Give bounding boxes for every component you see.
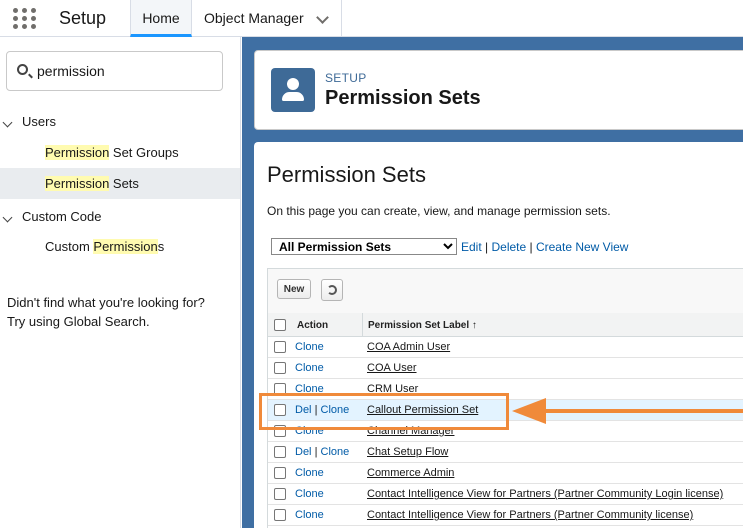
app-title: Setup [59, 8, 107, 28]
table-row: Clone Contact Intelligence View for Partn… [268, 484, 743, 505]
tab-object-manager[interactable]: Object Manager [192, 0, 342, 37]
content-panel: Permission Sets On this page you can cre… [254, 142, 743, 528]
sidebar-item-permission-sets[interactable]: Permission Sets [0, 168, 240, 199]
column-header-label[interactable]: Permission Set Label ↑ [368, 320, 477, 331]
help-text: Didn't find what you're looking for? Try… [7, 293, 237, 331]
search-match-highlight: Permission [45, 176, 110, 191]
clone-link[interactable]: Clone [295, 362, 324, 374]
permission-set-link[interactable]: Contact Intelligence View for Partners (… [367, 488, 723, 500]
app-launcher-icon[interactable] [13, 8, 37, 30]
user-icon [271, 68, 315, 112]
table-row: Clone Contact Intelligence View for Partn… [268, 505, 743, 526]
row-actions: Clone [295, 467, 324, 479]
row-checkbox[interactable] [274, 446, 286, 458]
permission-set-link[interactable]: Commerce Admin [367, 467, 454, 479]
tree-node-label: Users [22, 114, 56, 129]
item-text: Set Groups [109, 145, 179, 160]
list-toolbar: New [268, 269, 743, 313]
delete-view-link[interactable]: Delete [491, 240, 526, 254]
permission-set-link[interactable]: COA User [367, 362, 417, 374]
clone-link[interactable]: Clone [295, 509, 324, 521]
page-header: SETUP Permission Sets [254, 50, 743, 130]
refresh-button[interactable] [321, 279, 343, 301]
chevron-down-icon[interactable] [316, 11, 329, 24]
search-icon [17, 64, 28, 75]
chevron-down-icon[interactable] [2, 117, 13, 128]
row-actions: Clone [295, 362, 324, 374]
row-checkbox[interactable] [274, 362, 286, 374]
list-view-select[interactable]: All Permission Sets [271, 238, 457, 255]
page-title: Permission Sets [325, 87, 481, 109]
table-row: Clone COA User [268, 358, 743, 379]
clone-link[interactable]: Clone [321, 446, 350, 458]
row-actions: Del | Clone [295, 446, 349, 458]
search-match-highlight: Permission [45, 145, 110, 160]
chevron-down-icon[interactable] [2, 212, 13, 223]
row-actions: Clone [295, 509, 324, 521]
item-text: s [157, 239, 165, 254]
row-actions: Clone [295, 488, 324, 500]
permission-set-link[interactable]: Contact Intelligence View for Partners (… [367, 509, 693, 521]
clone-link[interactable]: Clone [295, 341, 324, 353]
content-title: Permission Sets [267, 162, 426, 187]
sidebar-item-custom-permissions[interactable]: Custom Permissions [0, 231, 240, 262]
del-link[interactable]: Del [295, 446, 312, 458]
sidebar-item-permission-set-groups[interactable]: Permission Set Groups [0, 137, 240, 168]
table-body: Clone COA Admin User Clone COA User Clone CRM… [268, 337, 743, 528]
table-row: Clone COA Admin User [268, 337, 743, 358]
row-checkbox[interactable] [274, 341, 286, 353]
highlight-box [259, 393, 509, 430]
tab-object-manager-label: Object Manager [204, 10, 304, 26]
clone-link[interactable]: Clone [295, 488, 324, 500]
permission-set-link[interactable]: COA Admin User [367, 341, 450, 353]
top-bar: Setup Home Object Manager [0, 0, 743, 37]
help-line: Didn't find what you're looking for? [7, 295, 205, 310]
column-header-action: Action [297, 320, 329, 331]
refresh-icon [327, 285, 337, 295]
tab-home[interactable]: Home [130, 0, 192, 37]
view-links: Edit | Delete | Create New View [461, 240, 629, 254]
row-checkbox[interactable] [274, 467, 286, 479]
tree-node-label: Custom Code [22, 209, 102, 224]
page-description: On this page you can create, view, and m… [267, 204, 611, 218]
item-text: Custom [45, 239, 94, 254]
column-divider [362, 313, 363, 337]
tree-node-users[interactable]: Users [0, 114, 240, 134]
search-match-highlight: Permission [93, 239, 158, 254]
row-actions: Clone [295, 341, 324, 353]
select-all-checkbox[interactable] [274, 319, 286, 331]
main-content: SETUP Permission Sets Permission Sets On… [242, 37, 743, 528]
permission-set-link[interactable]: Chat Setup Flow [367, 446, 448, 458]
item-text: Sets [109, 176, 139, 191]
breadcrumb: SETUP [325, 71, 367, 85]
table-row: Clone Commerce Admin [268, 463, 743, 484]
quick-find-box[interactable] [6, 51, 223, 91]
action-separator: | [311, 446, 321, 458]
new-button[interactable]: New [277, 279, 311, 299]
quick-find-input[interactable] [37, 60, 217, 82]
row-checkbox[interactable] [274, 509, 286, 521]
setup-sidebar: Users Permission Set Groups Permission S… [0, 37, 241, 528]
create-view-link[interactable]: Create New View [536, 240, 628, 254]
edit-view-link[interactable]: Edit [461, 240, 482, 254]
tree-node-custom-code[interactable]: Custom Code [0, 209, 240, 229]
table-row: Del | Clone Chat Setup Flow [268, 442, 743, 463]
arrow-line [545, 409, 743, 413]
help-line: Try using Global Search. [7, 314, 150, 329]
clone-link[interactable]: Clone [295, 467, 324, 479]
arrow-icon [512, 398, 546, 424]
row-checkbox[interactable] [274, 488, 286, 500]
table-header: Action Permission Set Label ↑ [268, 313, 743, 337]
